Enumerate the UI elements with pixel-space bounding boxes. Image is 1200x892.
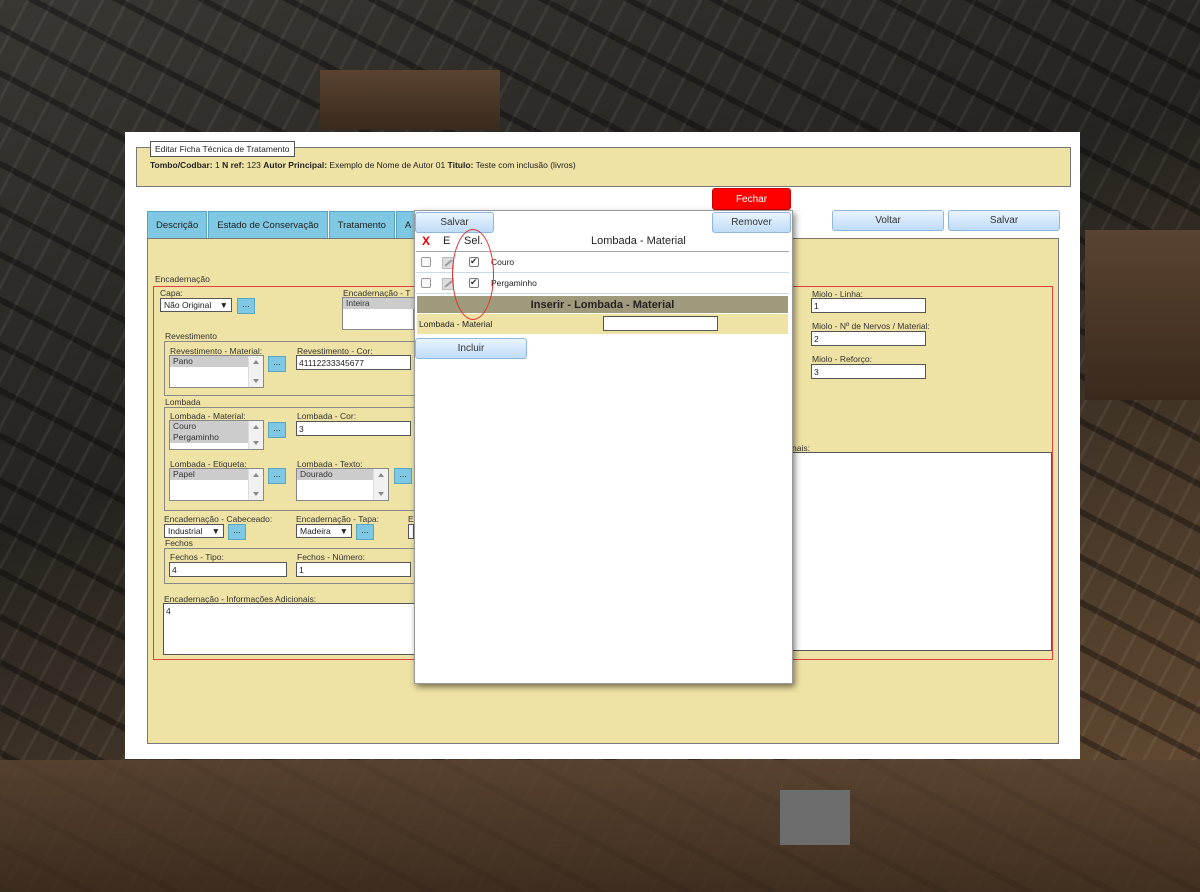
fechos-heading: Fechos xyxy=(165,538,193,548)
info-textarea[interactable]: 4 xyxy=(163,603,415,655)
autor-label: Autor Principal: xyxy=(263,160,328,170)
modal-salvar-button[interactable]: Salvar xyxy=(415,212,494,233)
tab-descricao[interactable]: Descrição xyxy=(147,211,208,240)
tombo-label: Tombo/Codbar: xyxy=(150,160,213,170)
tombo-value: 1 xyxy=(215,160,220,170)
salvar-button[interactable]: Salvar xyxy=(948,210,1060,231)
lomb-cor-input[interactable]: 3 xyxy=(296,421,411,436)
titulo-value: Teste com inclusão (livros) xyxy=(475,160,576,170)
col-title-header: Lombada - Material xyxy=(591,235,686,247)
col-edit-header: E xyxy=(443,235,451,247)
background-wood-right xyxy=(1085,230,1200,400)
form-legend: Editar Ficha Técnica de Tratamento xyxy=(150,141,295,157)
col-delete-header: X xyxy=(422,234,431,248)
tapa-more-button[interactable]: ... xyxy=(356,524,374,540)
insert-input[interactable] xyxy=(603,316,718,331)
background-wood-top xyxy=(320,70,500,130)
miolo-linha-input[interactable]: 1 xyxy=(811,298,926,313)
lomb-material-option-couro[interactable]: Couro xyxy=(170,421,254,432)
cabeceado-value: Industrial xyxy=(168,526,203,536)
row-label: Pergaminho xyxy=(491,278,537,288)
rev-material-option[interactable]: Pano xyxy=(170,356,254,367)
delete-checkbox[interactable] xyxy=(421,278,431,288)
cabeceado-label: Encadernação - Cabeceado: xyxy=(164,514,273,524)
insert-label: Lombada - Material xyxy=(419,319,493,329)
lomb-etiqueta-more-button[interactable]: ... xyxy=(268,468,286,484)
chevron-down-icon: ▼ xyxy=(339,526,348,536)
lomb-texto-option[interactable]: Dourado xyxy=(297,469,381,480)
miolo-nervos-input[interactable]: 2 xyxy=(811,331,926,346)
tab-bar: Descrição Estado de Conservação Tratamen… xyxy=(147,211,421,240)
lomb-etiqueta-option[interactable]: Papel xyxy=(170,469,254,480)
miolo-reforco-label: Miolo - Reforço: xyxy=(812,354,872,364)
right-info-textarea[interactable] xyxy=(790,452,1052,651)
capa-label: Capa: xyxy=(160,288,183,298)
scroll-up-icon[interactable] xyxy=(378,473,384,477)
chevron-down-icon: ▼ xyxy=(219,300,228,310)
titulo-label: Titulo: xyxy=(447,160,474,170)
enc-tipo-list[interactable]: Inteira xyxy=(342,297,417,330)
rev-material-more-button[interactable]: ... xyxy=(268,356,286,372)
miolo-reforco-input[interactable]: 3 xyxy=(811,364,926,379)
tab-tratamento[interactable]: Tratamento xyxy=(328,211,395,240)
scroll-down-icon[interactable] xyxy=(253,441,259,445)
scroll-up-icon[interactable] xyxy=(253,360,259,364)
fechar-button[interactable]: Fechar xyxy=(712,188,791,210)
cabeceado-select[interactable]: Industrial ▼ xyxy=(164,524,224,538)
record-summary: Tombo/Codbar: 1 N ref: 123 Autor Princip… xyxy=(150,160,576,170)
rev-cor-input[interactable]: 41112233345677 xyxy=(296,355,411,370)
autor-value: Exemplo de Nome de Autor 01 xyxy=(329,160,446,170)
background-type-block xyxy=(780,790,850,845)
scroll-up-icon[interactable] xyxy=(253,425,259,429)
tapa-value: Madeira xyxy=(300,526,331,536)
nref-value: 123 xyxy=(246,160,261,170)
lomb-texto-list[interactable]: Dourado xyxy=(296,468,389,501)
lomb-material-option-pergaminho[interactable]: Pergaminho xyxy=(170,432,254,443)
delete-checkbox[interactable] xyxy=(421,257,431,267)
fechos-numero-label: Fechos - Número: xyxy=(297,552,366,562)
partial-label: E xyxy=(408,514,414,524)
fechos-numero-input[interactable]: 1 xyxy=(296,562,411,577)
revestimento-heading: Revestimento xyxy=(165,331,217,341)
capa-value: Não Original xyxy=(164,300,212,310)
cabeceado-more-button[interactable]: ... xyxy=(228,524,246,540)
enc-tipo-option[interactable]: Inteira xyxy=(343,298,417,309)
scroll-down-icon[interactable] xyxy=(253,379,259,383)
tapa-label: Encadernação - Tapa: xyxy=(296,514,380,524)
lomb-material-more-button[interactable]: ... xyxy=(268,422,286,438)
lombada-heading: Lombada xyxy=(165,397,201,407)
encadernacao-heading: Encadernação xyxy=(155,274,210,284)
scroll-up-icon[interactable] xyxy=(253,473,259,477)
nref-label: N ref: xyxy=(222,160,245,170)
voltar-button[interactable]: Voltar xyxy=(832,210,944,231)
rev-material-list[interactable]: Pano xyxy=(169,355,264,388)
incluir-button[interactable]: Incluir xyxy=(415,338,527,359)
scroll-down-icon[interactable] xyxy=(378,492,384,496)
scrollbar[interactable] xyxy=(373,469,388,500)
fechos-tipo-input[interactable]: 4 xyxy=(169,562,287,577)
capa-more-button[interactable]: ... xyxy=(237,298,255,314)
lomb-cor-label: Lombada - Cor: xyxy=(297,411,357,421)
scroll-down-icon[interactable] xyxy=(253,492,259,496)
lomb-texto-more-button[interactable]: ... xyxy=(394,468,412,484)
background-wood-bottom xyxy=(0,760,1200,892)
remover-button[interactable]: Remover xyxy=(712,212,791,233)
miolo-nervos-label: Miolo - Nº de Nervos / Material: xyxy=(812,321,930,331)
tapa-select[interactable]: Madeira ▼ xyxy=(296,524,352,538)
tab-estado-conservacao[interactable]: Estado de Conservação xyxy=(208,211,328,240)
capa-select[interactable]: Não Original ▼ xyxy=(160,298,232,312)
row-label: Couro xyxy=(491,257,515,267)
chevron-down-icon: ▼ xyxy=(211,526,220,536)
lomb-material-list[interactable]: Couro Pergaminho xyxy=(169,420,264,450)
scrollbar[interactable] xyxy=(248,421,263,449)
fechos-tipo-label: Fechos - Tipo: xyxy=(170,552,224,562)
scrollbar[interactable] xyxy=(248,469,263,500)
lomb-etiqueta-list[interactable]: Papel xyxy=(169,468,264,501)
highlight-annotation xyxy=(452,229,494,320)
scrollbar[interactable] xyxy=(248,356,263,387)
